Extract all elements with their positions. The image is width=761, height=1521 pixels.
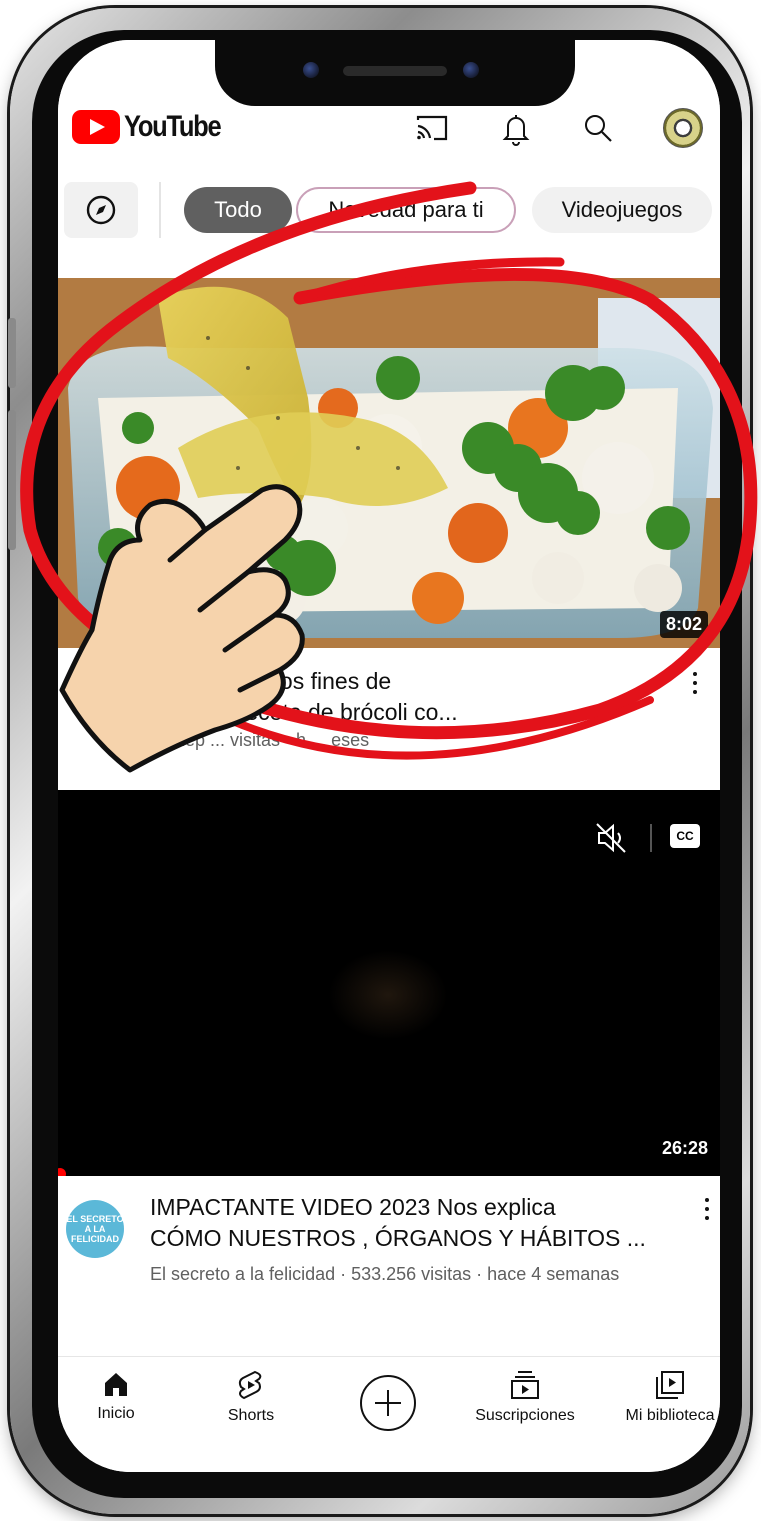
shorts-icon [238,1370,262,1400]
duration-badge: 26:28 [661,1138,708,1158]
video-info[interactable]: azuela todos los fines de Deliciosa rece… [58,648,720,790]
create-icon[interactable] [360,1375,416,1431]
chip-videojuegos[interactable]: Videojuegos [532,187,712,233]
nav-inicio[interactable]: Inicio [76,1369,156,1423]
phone-side-button [8,318,16,388]
cast-icon[interactable] [412,108,452,148]
nav-shorts[interactable]: Shorts [211,1369,291,1425]
subscriptions-icon [511,1371,539,1399]
video-subtitle: e Rezep ... visitas · h ... eses [138,730,370,750]
closed-captions-icon[interactable]: CC [670,824,700,848]
search-icon[interactable] [578,108,618,148]
nav-label: Suscripciones [475,1407,575,1424]
speaker-grille [343,66,447,76]
camera-icon [303,62,319,78]
video-title-line: azuela todos los fines de [138,668,392,694]
sensor-icon [463,62,479,78]
explore-button[interactable] [64,182,138,238]
app-screen: YouTube Todo Novedad para ti Videojuegos… [58,40,720,1472]
phone-notch [215,40,575,106]
player-controls-divider [650,824,652,852]
youtube-play-icon [72,110,120,144]
video-title-line: CÓMO NUESTROS , ÓRGANOS Y HÁBITOS ... [150,1225,646,1251]
video-title-line: IMPACTANTE VIDEO 2023 Nos explica [150,1194,556,1220]
video-info[interactable]: EL SECRETO A LA FELICIDAD IMPACTANTE VID… [58,1176,720,1356]
video-subtitle: El secreto a la felicidad · 533.256 visi… [150,1264,620,1284]
nav-label: Mi biblioteca [625,1407,715,1424]
nav-mi-biblioteca[interactable]: Mi biblioteca [610,1369,720,1425]
video-title-line: Deliciosa receta de brócoli co... [138,699,458,725]
video-player[interactable]: CC 26:28 [58,790,720,1176]
nav-label: Inicio [97,1405,135,1422]
more-options-icon[interactable] [698,1194,716,1224]
nav-label: Shorts [227,1407,275,1424]
library-icon [656,1371,684,1399]
more-options-icon[interactable] [686,668,704,698]
video-title: azuela todos los fines de Deliciosa rece… [138,666,678,728]
home-icon [105,1373,127,1396]
filter-chips-bar: Todo Novedad para ti Videojuegos [58,182,720,238]
youtube-logo[interactable]: YouTube [72,110,237,144]
video-title: IMPACTANTE VIDEO 2023 Nos explica CÓMO N… [150,1192,690,1254]
mute-icon[interactable] [591,818,631,858]
notification-bell-icon[interactable] [496,108,536,148]
phone-side-button [8,410,16,550]
chip-novedad-para-ti[interactable]: Novedad para ti [296,187,516,233]
bottom-navigation: Inicio Shorts Suscripciones Mi bibliotec… [58,1356,720,1472]
video-thumbnail[interactable]: 8:02 [58,278,720,648]
channel-avatar[interactable]: EL SECRETO A LA FELICIDAD [66,1200,124,1258]
player-frame [328,950,448,1040]
chip-todo[interactable]: Todo [184,187,292,233]
chip-divider [159,182,161,238]
thumbnail-image [58,278,720,648]
account-avatar[interactable] [663,108,703,148]
nav-suscripciones[interactable]: Suscripciones [460,1369,590,1425]
duration-badge: 8:02 [659,611,708,638]
compass-icon [86,195,116,225]
logo-text: YouTube [124,110,222,143]
